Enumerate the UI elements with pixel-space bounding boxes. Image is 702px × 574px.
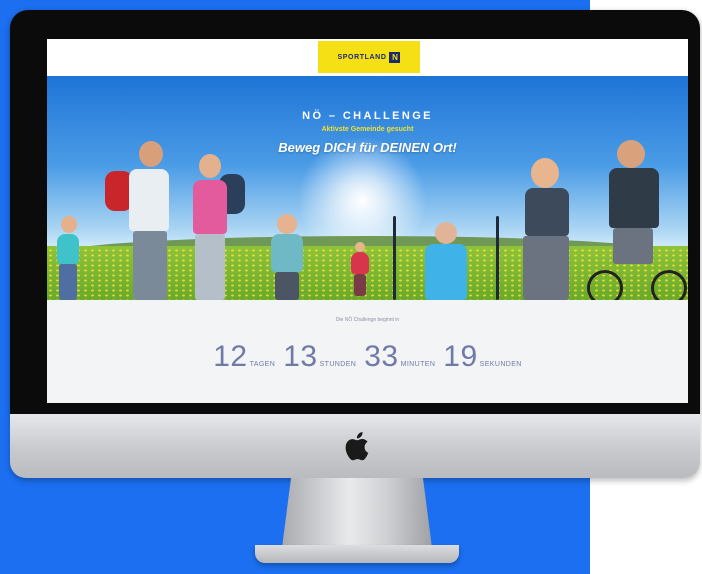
hours-unit: STUNDEN — [319, 361, 357, 368]
logo-mark-icon: N — [389, 51, 401, 63]
countdown-seconds: 19 SEKUNDEN — [443, 340, 521, 374]
seconds-unit: SEKUNDEN — [479, 361, 522, 368]
imac-stand — [282, 478, 432, 548]
cyclist-image — [587, 140, 687, 300]
countdown-days: 12 TAGEN — [213, 340, 275, 374]
hero-subtitle: Aktivste Gemeinde gesucht — [321, 126, 414, 133]
hero-banner: NÖ – CHALLENGE Aktivste Gemeinde gesucht… — [47, 76, 688, 300]
imac-screen: SPORTLAND N NÖ – CHALLENGE Aktivste Geme… — [47, 39, 688, 403]
countdown-minutes: 33 MINUTEN — [364, 340, 435, 374]
imac-bezel: SPORTLAND N NÖ – CHALLENGE Aktivste Geme… — [10, 10, 700, 414]
child-person-image — [53, 216, 83, 300]
countdown-timer: 12 TAGEN 13 STUNDEN 33 MINUTEN 19 SEKUNDEN — [47, 340, 688, 374]
hero-slogan: Beweg DICH für DEINEN Ort! — [278, 140, 457, 155]
seconds-value: 19 — [443, 340, 478, 373]
countdown-label: Die NÖ Challenge beginnt in — [335, 317, 400, 323]
imac-stand-base — [255, 545, 459, 563]
apple-logo-icon — [345, 432, 369, 461]
site-header: SPORTLAND N — [47, 39, 688, 76]
runner-distant-image — [349, 242, 371, 300]
countdown-section: Die NÖ Challenge beginnt in 12 TAGEN 13 ST… — [47, 300, 688, 403]
days-unit: TAGEN — [249, 361, 276, 368]
minutes-unit: MINUTEN — [400, 361, 436, 368]
logo-text: SPORTLAND — [337, 53, 387, 61]
fitness-woman-image — [507, 158, 587, 300]
days-value: 12 — [213, 340, 248, 373]
sportland-logo[interactable]: SPORTLAND N — [318, 41, 420, 73]
boy-person-image — [267, 214, 307, 300]
hero-title: NÖ – CHALLENGE — [302, 110, 433, 122]
hiker-woman-image — [185, 154, 245, 300]
hours-value: 13 — [283, 340, 318, 373]
minutes-value: 33 — [364, 340, 399, 373]
hiker-man-image — [105, 141, 185, 300]
nordic-walker-image — [391, 208, 501, 300]
countdown-hours: 13 STUNDEN — [283, 340, 356, 374]
